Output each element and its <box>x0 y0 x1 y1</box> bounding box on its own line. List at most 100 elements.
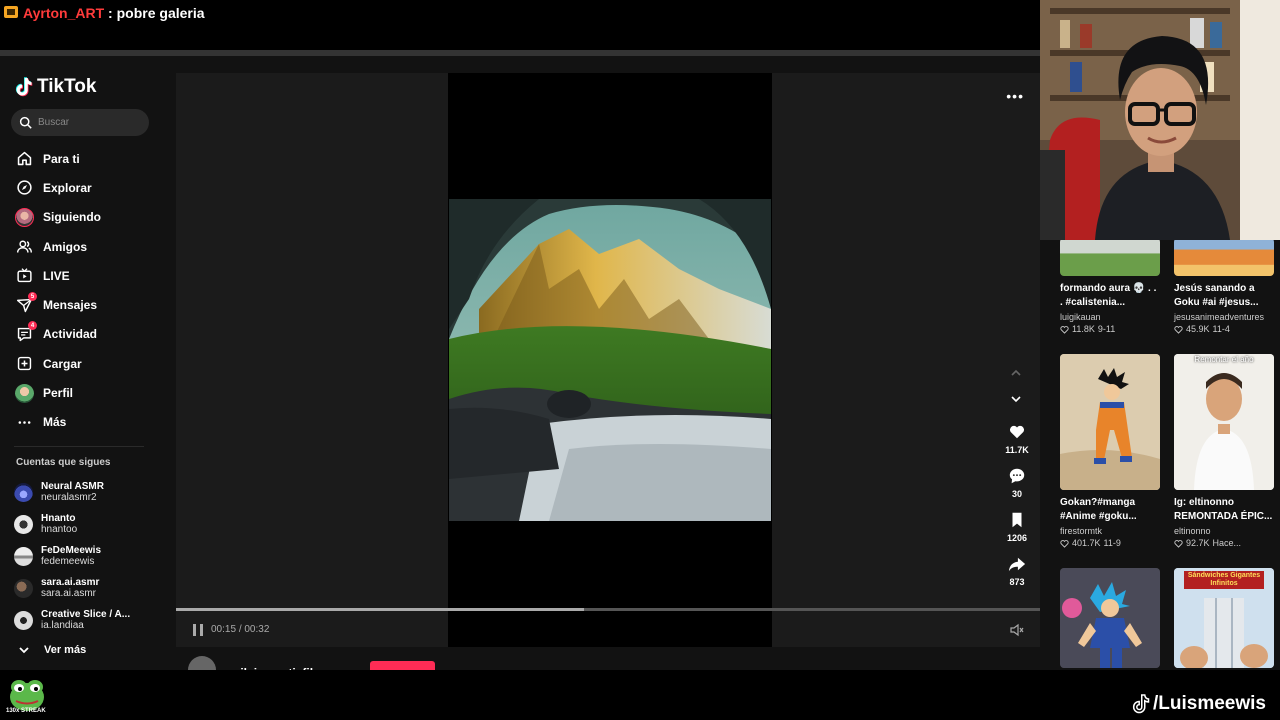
post-date: 11-4 <box>1212 324 1230 334</box>
suggested-video-card[interactable]: Gokan?#manga #Anime #goku... firestormtk… <box>1060 354 1162 548</box>
nav-item-perfil[interactable]: Perfil <box>14 378 101 407</box>
sidebar-divider <box>14 446 144 447</box>
video-player[interactable]: ••• 11.7K 30 1206 873 00:15 / 00:32 <box>176 73 1044 647</box>
volume-icon[interactable] <box>1010 623 1024 637</box>
person-thumbnail-art <box>1174 354 1274 490</box>
like-button[interactable]: 11.7K <box>1000 423 1034 467</box>
account-avatar <box>14 546 33 566</box>
nav-item-mas[interactable]: Más <box>14 408 101 437</box>
search-input[interactable] <box>38 117 138 128</box>
nav-label: Mensajes <box>43 298 98 313</box>
video-thumbnail <box>1060 354 1160 490</box>
post-date: 11-9 <box>1103 538 1121 548</box>
post-date: 9-11 <box>1097 324 1116 334</box>
nav-item-amigos[interactable]: Amigos <box>14 232 101 261</box>
live-icon <box>14 266 34 286</box>
video-stats: 92.7K Hace... <box>1174 538 1276 548</box>
suggested-video-card[interactable]: Remontar el año Ig: eltinonno REMONTADA … <box>1174 354 1276 548</box>
following-account[interactable]: Creative Slice / A... ia.landiaa <box>14 604 130 636</box>
pause-icon[interactable] <box>192 623 204 637</box>
nav-label: LIVE <box>43 268 70 283</box>
suggested-video-card[interactable]: Sándwiches Gigantes Infinitos <box>1174 568 1276 668</box>
following-avatar-icon <box>14 207 34 227</box>
friends-icon <box>14 237 34 257</box>
anime-thumbnail-art <box>1060 568 1160 668</box>
following-account[interactable]: Neural ASMR neuralasmr2 <box>14 476 130 508</box>
save-count: 1206 <box>1006 533 1028 543</box>
following-account[interactable]: FeDeMeewis fedemeewis <box>14 540 130 572</box>
profile-avatar-icon <box>14 383 34 403</box>
following-section-title: Cuentas que sigues <box>16 457 111 468</box>
chat-username: Ayrton_ART <box>23 5 105 21</box>
account-name: sara.ai.asmr <box>41 577 100 588</box>
next-video-chevron-down-icon[interactable] <box>1009 392 1023 406</box>
thumbnail-caption: Sándwiches Gigantes Infinitos <box>1184 571 1264 589</box>
tiktok-logo-text: TikTok <box>37 76 97 97</box>
heart-outline-icon <box>1174 325 1183 334</box>
more-options-button[interactable]: ••• <box>1006 88 1024 104</box>
follow-button[interactable] <box>370 661 435 670</box>
video-stats: 45.9K 11-4 <box>1174 324 1276 334</box>
heart-outline-icon <box>1174 539 1183 548</box>
account-name: Neural ASMR <box>41 481 104 492</box>
time-separator: / <box>238 624 242 635</box>
compass-icon <box>14 178 34 198</box>
post-date: Hace... <box>1212 538 1242 548</box>
streamer-watermark: /Luismeewis <box>1132 693 1266 715</box>
search-box[interactable] <box>11 109 149 136</box>
following-list: Neural ASMR neuralasmr2 Hnanto hnantoo FeD… <box>14 476 130 662</box>
video-author[interactable]: asilcinematicfilmes <box>188 656 337 670</box>
account-handle: hnantoo <box>41 524 78 535</box>
share-button[interactable]: 873 <box>1000 555 1034 599</box>
video-progress-bar[interactable] <box>176 608 1044 611</box>
nav-item-live[interactable]: LIVE <box>14 261 101 290</box>
video-description: formando aura 💀 . . . #calistenia... <box>1060 283 1157 308</box>
more-dots-icon <box>14 412 34 432</box>
video-author: firestormtk <box>1060 526 1103 536</box>
playback-time: 00:15 / 00:32 <box>211 624 269 635</box>
duration: 00:32 <box>244 624 270 635</box>
video-stats: 401.7K 11-9 <box>1060 538 1162 548</box>
comment-button[interactable]: 30 <box>1000 467 1034 511</box>
bookmark-icon <box>1012 512 1022 528</box>
suggested-video-card[interactable]: Jesús sanando a Goku #ai #jesus... jesus… <box>1174 238 1276 334</box>
nav-item-para-ti[interactable]: Para ti <box>14 144 101 173</box>
messages-icon: 5 <box>14 292 37 315</box>
save-button[interactable]: 1206 <box>1000 511 1034 555</box>
video-actions: 11.7K 30 1206 873 <box>1000 423 1034 599</box>
author-name: asilcinematicfilmes <box>227 666 337 670</box>
see-more-button[interactable]: Ver más <box>14 638 130 662</box>
like-count: 401.7K <box>1072 538 1101 548</box>
nav-item-cargar[interactable]: Cargar <box>14 349 101 378</box>
following-account[interactable]: sara.ai.asmr sara.ai.asmr <box>14 572 130 604</box>
video-frame[interactable] <box>449 199 771 521</box>
comment-icon <box>1009 468 1025 484</box>
messages-badge: 5 <box>28 292 37 302</box>
chat-message-text: pobre galeria <box>116 5 205 21</box>
activity-badge: 4 <box>28 321 37 331</box>
nav-label: Actividad <box>43 327 98 342</box>
heart-icon <box>1009 425 1025 439</box>
share-count: 873 <box>1009 577 1025 587</box>
share-arrow-icon <box>1008 557 1026 572</box>
previous-video-chevron-up-icon[interactable] <box>1009 366 1023 380</box>
following-account[interactable]: Hnanto hnantoo <box>14 508 130 540</box>
video-thumbnail <box>1060 568 1160 668</box>
nav-item-siguiendo[interactable]: Siguiendo <box>14 203 101 232</box>
tiktok-logo[interactable]: TikTok <box>15 76 96 98</box>
account-name: Hnanto <box>41 513 76 524</box>
video-author: luigikauan <box>1060 312 1101 322</box>
video-author: eltinonno <box>1174 526 1211 536</box>
home-icon <box>14 149 34 169</box>
video-stats: 11.8K 9-11 <box>1060 324 1162 334</box>
suggested-video-card[interactable]: formando aura 💀 . . . #calistenia... lui… <box>1060 238 1162 334</box>
video-description: Jesús sanando a Goku #ai #jesus... <box>1174 283 1259 308</box>
nav-item-actividad[interactable]: 4 Actividad <box>14 320 101 349</box>
nav-item-explorar[interactable]: Explorar <box>14 173 101 202</box>
activity-icon: 4 <box>14 321 37 344</box>
tiktok-logo-icon <box>15 77 33 97</box>
suggested-video-card[interactable] <box>1060 568 1162 668</box>
streamer-webcam <box>1040 0 1280 240</box>
see-more-label: Ver más <box>44 644 87 656</box>
nav-item-mensajes[interactable]: 5 Mensajes <box>14 290 101 319</box>
